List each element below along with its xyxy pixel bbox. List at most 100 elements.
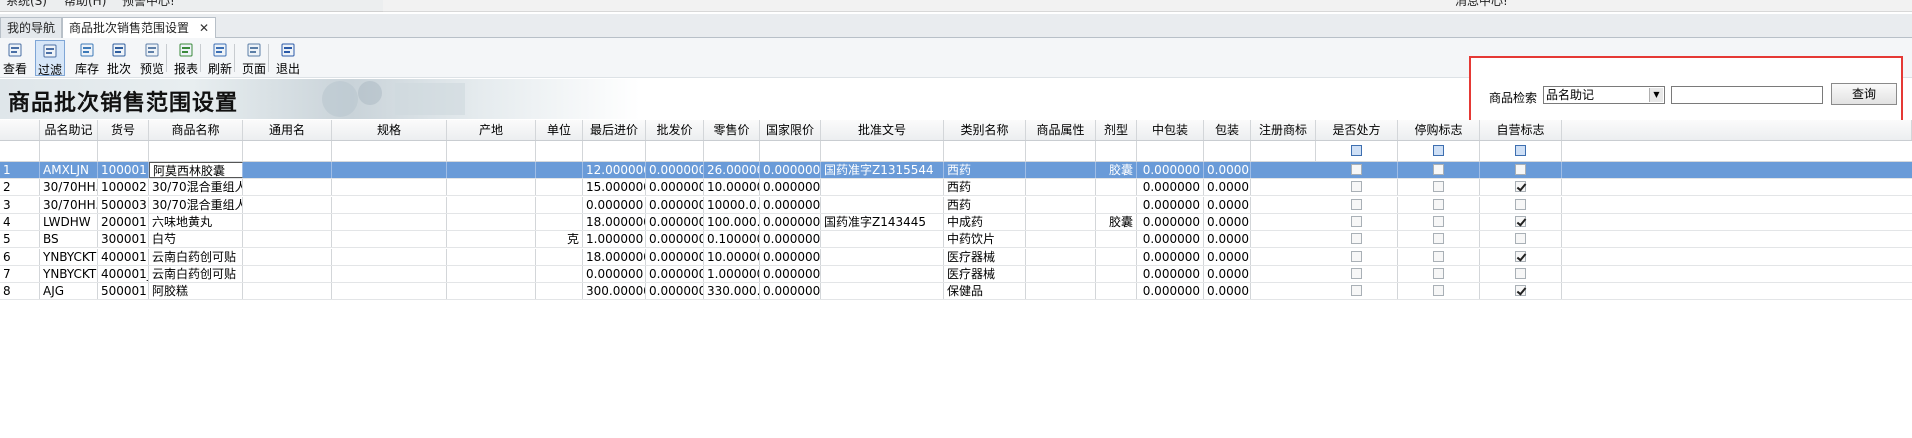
column-header-last-price[interactable]: 最后进价 bbox=[583, 120, 646, 140]
row-checkbox[interactable] bbox=[1351, 215, 1362, 227]
cell-row-number[interactable]: 8 bbox=[0, 283, 40, 300]
cell-dosage-form[interactable] bbox=[1096, 283, 1137, 300]
cell-national-price[interactable]: 0.000000 bbox=[760, 283, 821, 300]
cell-wholesale-price[interactable]: 0.000000 bbox=[646, 179, 704, 196]
cell-self-operated[interactable] bbox=[1480, 231, 1562, 248]
toolbar-button-view[interactable]: 查看 bbox=[0, 40, 30, 76]
cell-retail-price[interactable]: 26.000000 bbox=[704, 162, 760, 178]
cell-item-no[interactable]: 500003 bbox=[98, 196, 149, 213]
row-checkbox[interactable] bbox=[1515, 267, 1526, 279]
column-header-unit[interactable]: 单位 bbox=[536, 120, 583, 140]
menu-help[interactable]: 帮助(H) bbox=[64, 0, 106, 12]
cell-row-number[interactable]: 2 bbox=[0, 179, 40, 196]
table-row[interactable]: 6 YNBYCKT 400001 云南白药创可贴 18.000000 0.000000 10… bbox=[0, 248, 1912, 266]
cell-mid-pack[interactable]: 0.000000 bbox=[1137, 231, 1204, 248]
table-row[interactable]: 4 LWDHW 200001 六味地黄丸 18.000000 0.000000 100.00… bbox=[0, 213, 1912, 231]
cell-stop-purchase[interactable] bbox=[1398, 196, 1480, 213]
cell-category[interactable]: 中药饮片 bbox=[944, 231, 1026, 248]
cell-package[interactable]: 0.0000... bbox=[1204, 248, 1251, 265]
cell-row-number[interactable]: 5 bbox=[0, 231, 40, 248]
filter-cell-wholesale-price[interactable] bbox=[646, 141, 704, 161]
filter-checkbox[interactable] bbox=[1515, 145, 1526, 156]
cell-attribute[interactable] bbox=[1026, 265, 1096, 282]
cell-row-number[interactable]: 1 bbox=[0, 162, 40, 178]
filter-cell-item-no[interactable] bbox=[98, 141, 149, 161]
cell-self-operated[interactable] bbox=[1480, 213, 1562, 230]
cell-origin[interactable] bbox=[447, 231, 536, 248]
column-header-self-operated[interactable]: 自营标志 bbox=[1480, 120, 1562, 140]
cell-package[interactable]: 0.0000... bbox=[1204, 231, 1251, 248]
cell-mnemonic[interactable]: YNBYCKT bbox=[40, 265, 98, 282]
filter-cell-retail-price[interactable] bbox=[704, 141, 760, 161]
cell-item-no[interactable]: 100002 bbox=[98, 179, 149, 196]
filter-cell-attribute[interactable] bbox=[1026, 141, 1096, 161]
cell-spec[interactable] bbox=[332, 196, 447, 213]
cell-mnemonic[interactable]: 30/70HH... bbox=[40, 196, 98, 213]
cell-origin[interactable] bbox=[447, 196, 536, 213]
cell-generic-name[interactable] bbox=[243, 231, 332, 248]
cell-row-number[interactable]: 4 bbox=[0, 213, 40, 230]
cell-stop-purchase[interactable] bbox=[1398, 213, 1480, 230]
cell-retail-price[interactable]: 100.000... bbox=[704, 213, 760, 230]
cell-self-operated[interactable] bbox=[1480, 162, 1562, 178]
row-checkbox[interactable] bbox=[1515, 164, 1526, 175]
column-header-generic-name[interactable]: 通用名 bbox=[243, 120, 332, 140]
cell-unit[interactable] bbox=[536, 196, 583, 213]
column-header-retail-price[interactable]: 零售价 bbox=[704, 120, 760, 140]
cell-mnemonic[interactable]: BS bbox=[40, 231, 98, 248]
cell-spec[interactable] bbox=[332, 283, 447, 300]
cell-row-number[interactable]: 3 bbox=[0, 196, 40, 213]
cell-spec[interactable] bbox=[332, 213, 447, 230]
row-checkbox[interactable] bbox=[1515, 285, 1526, 297]
column-header-approval-no[interactable]: 批准文号 bbox=[821, 120, 944, 140]
column-header-mnemonic[interactable]: 品名助记 bbox=[40, 120, 98, 140]
cell-unit[interactable] bbox=[536, 248, 583, 265]
cell-category[interactable]: 保健品 bbox=[944, 283, 1026, 300]
cell-dosage-form[interactable] bbox=[1096, 265, 1137, 282]
cell-approval-no[interactable] bbox=[821, 231, 944, 248]
cell-stop-purchase[interactable] bbox=[1398, 162, 1480, 178]
cell-origin[interactable] bbox=[447, 265, 536, 282]
table-row[interactable]: 5 BS 300001 白芍克 1.000000 0.000000 0.100000 0.00… bbox=[0, 231, 1912, 249]
cell-attribute[interactable] bbox=[1026, 196, 1096, 213]
search-field-select[interactable]: 品名助记 ▼ bbox=[1543, 86, 1665, 104]
menu-alert-center[interactable]: 预警中心! bbox=[122, 0, 175, 12]
filter-cell-mid-pack[interactable] bbox=[1137, 141, 1204, 161]
cell-origin[interactable] bbox=[447, 248, 536, 265]
cell-approval-no[interactable] bbox=[821, 283, 944, 300]
toolbar-button-refresh[interactable]: 刷新 bbox=[204, 40, 236, 76]
filter-cell-national-price[interactable] bbox=[760, 141, 821, 161]
cell-product-name[interactable]: 云南白药创可贴 bbox=[149, 265, 243, 282]
filter-checkbox[interactable] bbox=[1433, 145, 1444, 156]
table-row[interactable]: 230/70HH...10000230/70混合重组人...15.0000000… bbox=[0, 179, 1912, 197]
cell-package[interactable]: 0.0000... bbox=[1204, 283, 1251, 300]
cell-last-price[interactable]: 300.000000 bbox=[583, 283, 646, 300]
cell-package[interactable]: 0.0000... bbox=[1204, 265, 1251, 282]
cell-attribute[interactable] bbox=[1026, 231, 1096, 248]
cell-national-price[interactable]: 0.000000 bbox=[760, 196, 821, 213]
cell-spec[interactable] bbox=[332, 179, 447, 196]
cell-dosage-form[interactable]: 胶囊 bbox=[1096, 213, 1137, 230]
cell-attribute[interactable] bbox=[1026, 179, 1096, 196]
filter-cell-approval-no[interactable] bbox=[821, 141, 944, 161]
column-header-item-no[interactable]: 货号 bbox=[98, 120, 149, 140]
cell-last-price[interactable]: 12.000000 bbox=[583, 162, 646, 178]
cell-last-price[interactable]: 18.000000 bbox=[583, 248, 646, 265]
row-checkbox[interactable] bbox=[1351, 233, 1362, 245]
cell-dosage-form[interactable] bbox=[1096, 248, 1137, 265]
cell-category[interactable]: 西药 bbox=[944, 196, 1026, 213]
cell-national-price[interactable]: 0.000000 bbox=[760, 265, 821, 282]
row-checkbox[interactable] bbox=[1515, 215, 1526, 227]
cell-generic-name[interactable] bbox=[243, 162, 332, 178]
cell-approval-no[interactable] bbox=[821, 265, 944, 282]
cell-wholesale-price[interactable]: 0.000000 bbox=[646, 231, 704, 248]
cell-stop-purchase[interactable] bbox=[1398, 248, 1480, 265]
cell-unit[interactable] bbox=[536, 179, 583, 196]
search-input[interactable] bbox=[1671, 86, 1823, 104]
cell-category[interactable]: 医疗器械 bbox=[944, 248, 1026, 265]
cell-prescription[interactable] bbox=[1316, 179, 1398, 196]
cell-item-no[interactable]: 400001_C bbox=[98, 265, 149, 282]
cell-product-name[interactable]: 云南白药创可贴 bbox=[149, 248, 243, 265]
filter-cell-generic-name[interactable] bbox=[243, 141, 332, 161]
cell-mnemonic[interactable]: AMXLJN bbox=[40, 162, 98, 178]
